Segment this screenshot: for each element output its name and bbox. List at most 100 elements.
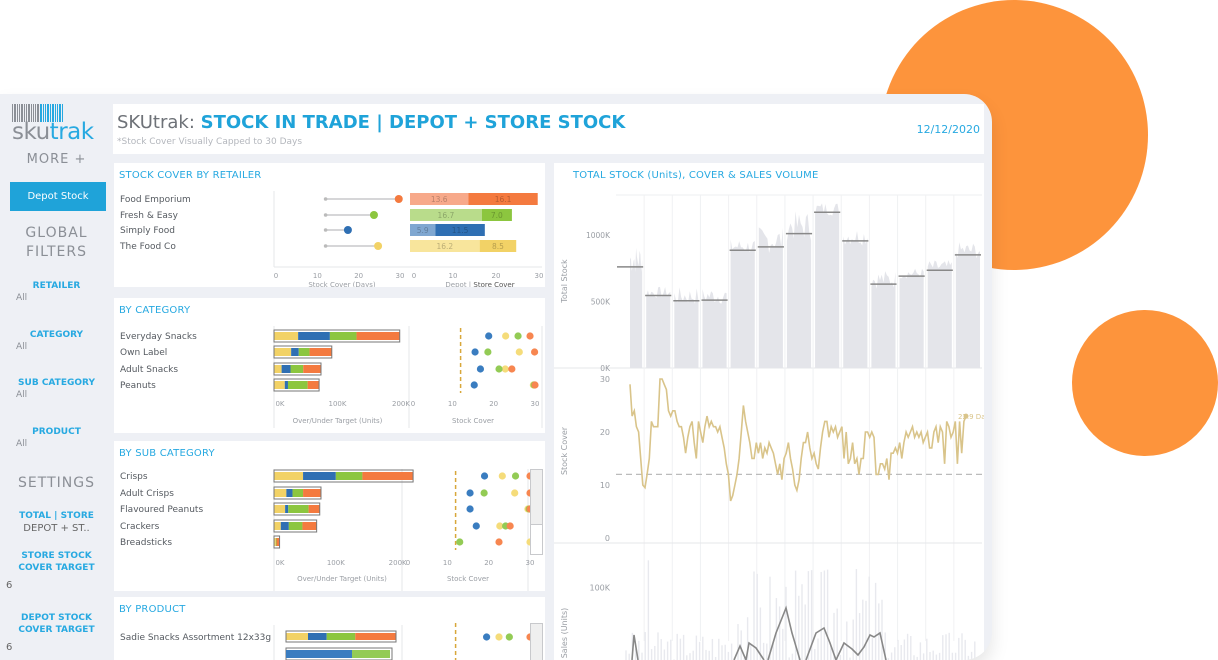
page-title: SKUtrak: STOCK IN TRADE | DEPOT + STORE … [117,112,626,133]
category-filter-select[interactable]: All [16,342,27,352]
depot-stock-cover-target-input[interactable]: 6 [6,642,12,653]
category-filter-label: CATEGORY [29,330,84,340]
stacked-bar-segment [303,472,336,480]
stacked-bar-segment [274,472,304,480]
stock-cover-dot [495,633,503,641]
page-subtitle: *Stock Cover Visually Capped to 30 Days [117,137,303,147]
stacked-bar-segment [281,365,291,373]
x-tick-label: 20 [354,272,363,280]
stock-cover-dot [505,633,513,641]
row-label: Food Emporium [120,195,191,205]
stock-area [843,231,868,368]
stock-cover-dot [495,365,503,373]
stock-cover-line [629,378,967,502]
stacked-bar-segment [307,381,320,389]
stacked-bar-segment [288,522,303,530]
row-label: Fresh & Easy [120,211,179,221]
stacked-bar-segment [303,489,321,497]
stock-area [646,286,671,368]
stacked-bar-segment [291,348,299,356]
scrollbar-thumb[interactable] [531,624,542,660]
row-label: Crackers [120,522,160,532]
x-tick-label: 200K [389,559,407,567]
y-axis-title: Sales (Units) [560,608,569,659]
x-tick-label: 20 [492,272,501,280]
scrollbar-thumb[interactable] [531,470,542,525]
stacked-bar-segment [356,332,400,340]
retailer-filter-label: RETAILER [32,281,81,291]
x-tick-label: 0K [275,400,284,408]
stacked-bar-segment [286,489,293,497]
stock-cover-dot [456,538,464,546]
store-stock-cover-target-input[interactable]: 6 [6,580,12,591]
stacked-bar-segment [303,365,321,373]
y-tick-label: 20 [600,428,610,437]
product-scrollbar[interactable] [530,623,543,660]
stacked-bar-segment [275,538,277,546]
stacked-bar-segment [274,489,287,497]
x-axis-title: Stock Cover (Days) [308,281,376,287]
stock-area [674,287,699,368]
stacked-bar-segment [309,348,332,356]
x-axis-title: Over/Under Target (Units) [293,417,383,425]
stock-area [899,268,924,368]
stock-cover-dot [506,522,514,530]
lollipop-head [369,211,378,219]
stacked-bar-segment [326,633,356,640]
x-tick-label: 0K [275,559,284,567]
sidebar: skutrak MORE + Depot Stock GLOBAL FILTER… [0,94,113,660]
category-chart: Everyday Snacks Own Label Adult Snacks Pean… [120,326,543,428]
x-axis-title: Stock Cover [452,417,494,425]
depot-stock-button[interactable]: Depot Stock [10,182,106,211]
sub-category-scrollbar[interactable] [530,469,543,555]
stock-cover-dot [508,365,516,373]
x-tick-label: 10 [443,559,452,567]
row-label: Sadie Snacks Assortment 12x33g [120,633,271,643]
row-label: Peanuts [120,381,156,391]
stacked-bar-segment [274,332,299,340]
stock-cover-dot [531,381,539,389]
depot-stock-cover-target-label: DEPOT STOCK COVER TARGET [18,613,95,635]
lollipop-head [343,226,352,234]
store-cover-value: 8.5 [492,242,504,251]
row-label: Simply Food [120,226,175,236]
sub-category-filter-label: SUB CATEGORY [18,378,95,388]
sub-category-filter-select[interactable]: All [16,390,27,400]
dashboard-window: skutrak MORE + Depot Stock GLOBAL FILTER… [0,94,992,660]
stock-cover-dot [514,332,522,340]
stacked-bar-segment [284,381,288,389]
total-store-setting-select[interactable]: DEPOT + ST.. [0,523,113,534]
y-tick-label: 0K [600,364,611,373]
lollipop-start-dot [323,197,328,201]
x-tick-label: 10 [313,272,322,280]
y-axis-title: Stock Cover [560,426,569,475]
stacked-bar-segment [298,348,310,356]
depot-cover-value: 16.7 [438,211,455,220]
y-tick-label: 500K [591,297,611,306]
stacked-bar-segment [308,505,320,513]
by-sub-category-panel: BY SUB CATEGORY Crisps Adult Crisps Flavou… [114,441,545,591]
stacked-bar-segment [274,522,281,530]
dashboard-header: SKUtrak: STOCK IN TRADE | DEPOT + STORE … [113,104,984,154]
y-tick-label: 30 [600,375,610,384]
decorative-orange-circle-small [1072,310,1218,456]
stock-cover-dot [502,332,510,340]
stacked-bar-segment [280,522,289,530]
row-label: Adult Crisps [120,489,174,499]
store-cover-value: 7.0 [491,211,503,220]
stock-cover-dot [483,633,491,641]
stock-cover-dot [466,489,474,497]
more-menu-button[interactable]: MORE + [0,152,113,167]
stacked-bar-segment [290,365,304,373]
stock-cover-dot [484,348,492,356]
stock-area [630,247,643,368]
product-filter-select[interactable]: All [16,439,27,449]
x-tick-label: 0 [274,272,278,280]
x-tick-label: 0 [411,400,415,408]
lollipop-start-dot [323,244,328,248]
stacked-bar-segment [362,472,414,480]
total-store-setting-label: TOTAL | STORE [19,511,94,521]
y-tick-label: 0 [605,534,610,543]
retailer-filter-select[interactable]: All [16,293,27,303]
report-date: 12/12/2020 [916,123,980,136]
